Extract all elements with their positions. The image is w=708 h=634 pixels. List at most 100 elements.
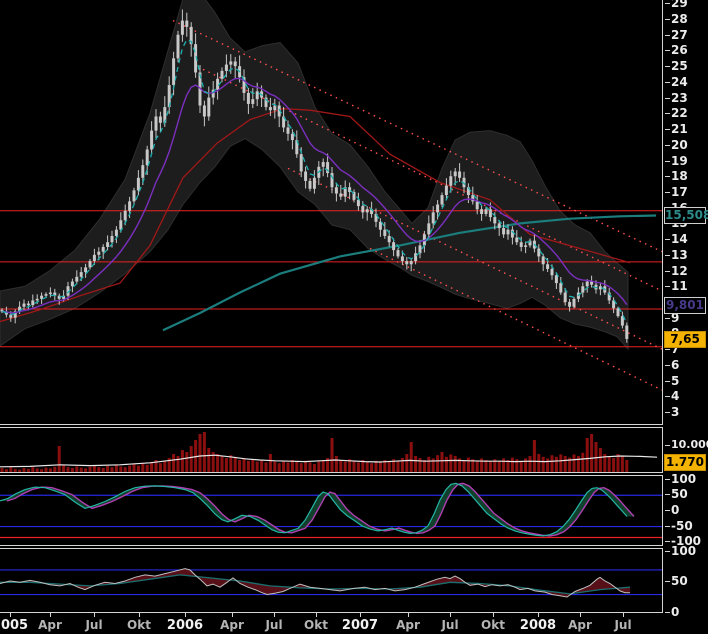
time-axis[interactable]: 2005AprJulOkt2006AprJulOkt2007AprJulOkt2…	[0, 613, 663, 634]
candle-body	[221, 71, 224, 79]
price-label: 3	[671, 405, 679, 419]
time-tick	[493, 613, 494, 617]
volume-current-tag: 1.770	[664, 454, 706, 471]
volume-bar	[322, 460, 325, 472]
time-tick	[50, 613, 51, 617]
volume-bar	[542, 457, 545, 472]
volume-bar	[278, 463, 281, 472]
volume-bar	[234, 457, 237, 472]
price-label: 6	[671, 358, 679, 372]
volume-bar	[498, 461, 501, 472]
candle-body	[203, 105, 206, 116]
volume-bar	[243, 458, 246, 472]
rsi-line	[0, 569, 630, 597]
volume-bar	[449, 454, 452, 472]
candle-body	[27, 304, 30, 306]
candle-body	[229, 61, 232, 64]
price-chart-panel[interactable]	[0, 0, 663, 425]
volume-bar	[524, 458, 527, 472]
volume-canvas	[0, 428, 662, 472]
volume-bar	[304, 461, 307, 472]
price-tick	[665, 129, 670, 130]
time-label-month: Okt	[127, 618, 151, 632]
chart-window: 2005AprJulOkt2006AprJulOkt2007AprJulOkt2…	[0, 0, 708, 634]
time-label-month: Apr	[38, 618, 62, 632]
volume-bar	[335, 456, 338, 472]
volume-bar	[577, 456, 580, 472]
volume-bar	[489, 462, 492, 472]
time-tick	[139, 613, 140, 617]
volume-bar	[586, 438, 589, 472]
time-tick	[450, 613, 451, 617]
volume-bar	[317, 462, 320, 472]
candle-body	[366, 209, 369, 212]
candle-body	[502, 228, 505, 234]
volume-bar	[67, 467, 70, 472]
time-tick	[538, 613, 539, 617]
oscillator-tick	[665, 479, 670, 480]
oscillator-signal-line	[7, 483, 634, 536]
candle-body	[256, 91, 259, 99]
volume-bar	[124, 467, 127, 472]
volume-bar	[260, 460, 263, 472]
volume-bar	[58, 446, 61, 472]
volume-bar	[141, 463, 144, 472]
price-tick	[665, 98, 670, 99]
oscillator-label: -50	[671, 519, 693, 533]
candle-body	[405, 261, 408, 264]
time-label-month: Jul	[85, 618, 102, 632]
volume-bar	[331, 438, 334, 472]
price-tick	[665, 66, 670, 67]
candle-body	[322, 162, 325, 167]
candle-body	[454, 172, 457, 177]
volume-bar	[71, 468, 74, 472]
candle-body	[476, 201, 479, 209]
candle-body	[133, 190, 136, 201]
volume-bar	[238, 460, 241, 472]
time-label-year: 2005	[0, 618, 28, 633]
candle-body	[146, 149, 149, 165]
price-label: 26	[671, 43, 688, 57]
volume-bar	[247, 461, 250, 472]
candle-body	[45, 294, 48, 296]
price-tick	[665, 19, 670, 20]
candle-body	[36, 299, 39, 301]
candle-body	[542, 256, 545, 264]
volume-bar	[410, 442, 413, 472]
candle-body	[155, 116, 158, 130]
volume-bar	[150, 462, 153, 472]
oscillator-label: 50	[671, 487, 688, 501]
candle-body	[89, 261, 92, 267]
price-axis[interactable]: 2928272625242322212019181716151413121110…	[663, 0, 708, 634]
last-price-tag: 7,65	[664, 331, 706, 348]
time-label-month: Jul	[441, 618, 458, 632]
candle-body	[537, 249, 540, 257]
volume-bar	[269, 454, 272, 472]
candle-body	[97, 252, 100, 255]
price-tick	[665, 255, 670, 256]
rsi-panel[interactable]	[0, 548, 663, 613]
volume-bar	[137, 466, 140, 472]
volume-panel[interactable]	[0, 427, 663, 473]
price-tick	[665, 365, 670, 366]
candle-body	[401, 256, 404, 261]
candle-body	[309, 181, 312, 189]
price-label: 21	[671, 122, 688, 136]
time-tick	[580, 613, 581, 617]
volume-bar	[31, 467, 34, 472]
volume-bar	[111, 467, 114, 472]
volume-bar	[185, 452, 188, 472]
volume-bar	[366, 462, 369, 472]
candle-body	[269, 107, 272, 110]
volume-bar	[287, 462, 290, 472]
candle-body	[573, 299, 576, 307]
volume-bar	[133, 464, 136, 472]
volume-bar	[282, 461, 285, 472]
rsi-tick	[665, 612, 670, 613]
volume-bar	[229, 455, 232, 472]
oscillator-panel[interactable]	[0, 475, 663, 546]
volume-bar	[84, 468, 87, 472]
volume-bar	[551, 455, 554, 472]
volume-bar	[163, 461, 166, 472]
time-tick	[316, 613, 317, 617]
